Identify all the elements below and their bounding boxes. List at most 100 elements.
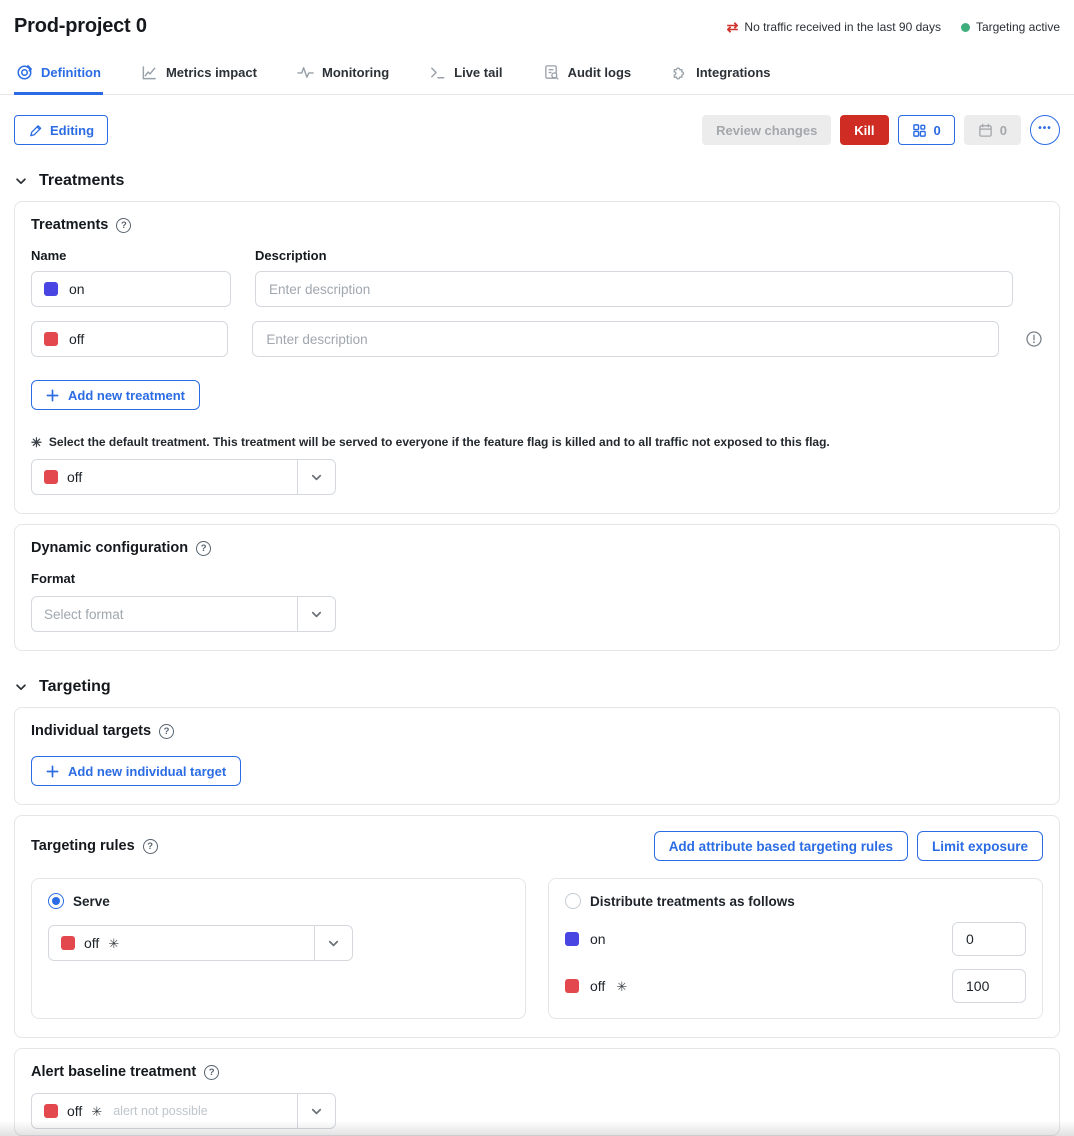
treatment-row: [31, 271, 1043, 307]
default-marker-icon: ✳: [31, 436, 42, 449]
tab-definition[interactable]: Definition: [14, 58, 103, 95]
serve-panels: Serve off ✳ Distribute tr: [31, 878, 1043, 1019]
grid-icon: [912, 123, 927, 138]
treatment-color-swatch: [44, 282, 58, 296]
tab-audit-logs[interactable]: Audit logs: [541, 58, 634, 95]
tab-monitoring[interactable]: Monitoring: [295, 58, 391, 95]
default-marker-icon: ✳: [616, 980, 627, 993]
treatment-name-input[interactable]: [69, 331, 215, 347]
treatment-color-swatch: [565, 979, 579, 993]
add-new-individual-target-button[interactable]: Add new individual target: [31, 756, 241, 786]
limit-exposure-button[interactable]: Limit exposure: [917, 831, 1043, 861]
treatment-description-input[interactable]: [252, 321, 999, 357]
treatment-color-swatch: [44, 1104, 58, 1118]
plus-icon: [46, 389, 59, 402]
targeting-status-text: Targeting active: [976, 20, 1060, 34]
more-options-button[interactable]: •••: [1030, 115, 1060, 145]
tab-label: Integrations: [696, 65, 770, 80]
tab-label: Live tail: [454, 65, 502, 80]
help-icon[interactable]: ?: [159, 724, 174, 739]
targeting-status: Targeting active: [961, 20, 1060, 34]
kill-button[interactable]: Kill: [840, 115, 888, 145]
chevron-down-icon: [14, 680, 28, 694]
add-attribute-rules-button[interactable]: Add attribute based targeting rules: [654, 831, 908, 861]
format-select[interactable]: Select format: [31, 596, 336, 632]
help-glyph: ?: [121, 220, 127, 231]
section-title: Targeting: [39, 678, 111, 696]
chevron-down-icon: [309, 607, 324, 622]
tab-integrations[interactable]: Integrations: [669, 58, 772, 95]
dynamic-configuration-card: Dynamic configuration ? Format Select fo…: [14, 524, 1060, 651]
line-chart-icon: [141, 64, 158, 81]
distribute-percentage-input[interactable]: [952, 969, 1026, 1003]
distribute-radio-row[interactable]: Distribute treatments as follows: [565, 893, 1026, 909]
scheduled-changes-button[interactable]: 0: [964, 115, 1021, 145]
tab-label: Metrics impact: [166, 65, 257, 80]
chevron-down-icon: [14, 174, 28, 188]
default-treatment-note: ✳ Select the default treatment. This tre…: [31, 435, 1043, 449]
help-glyph: ?: [164, 726, 170, 737]
puzzle-icon: [671, 64, 688, 81]
select-chevron-zone: [314, 926, 352, 960]
select-chevron-zone: [297, 1094, 335, 1128]
distribute-treatment-name: on: [590, 931, 606, 947]
alert-baseline-hint: alert not possible: [113, 1104, 288, 1118]
default-note-text: Select the default treatment. This treat…: [49, 435, 830, 449]
help-icon[interactable]: ?: [204, 1065, 219, 1080]
card-title-text: Individual targets: [31, 723, 151, 739]
tab-bar: Definition Metrics impact Monitoring Liv…: [0, 58, 1074, 95]
add-new-treatment-button[interactable]: Add new treatment: [31, 380, 200, 410]
select-chevron-zone: [297, 460, 335, 494]
card-title-text: Alert baseline treatment: [31, 1064, 196, 1080]
individual-targets-title: Individual targets ?: [31, 723, 1043, 739]
treatment-description-input[interactable]: [255, 271, 1013, 307]
treatments-section-header[interactable]: Treatments: [14, 172, 1060, 190]
help-glyph: ?: [209, 1067, 215, 1078]
top-bar: Prod-project 0 ⇄ No traffic received in …: [0, 0, 1074, 38]
card-title-text: Treatments: [31, 217, 108, 233]
help-glyph: ?: [201, 543, 207, 554]
tab-label: Audit logs: [568, 65, 632, 80]
pencil-icon: [28, 123, 43, 138]
audit-logs-icon: [543, 64, 560, 81]
distribute-panel: Distribute treatments as follows on off: [548, 878, 1043, 1019]
feature-flag-definition-page: Prod-project 0 ⇄ No traffic received in …: [0, 0, 1074, 1136]
dynamic-configuration-title: Dynamic configuration ?: [31, 540, 1043, 556]
traffic-status-text: No traffic received in the last 90 days: [744, 20, 941, 34]
default-treatment-select[interactable]: off: [31, 459, 336, 495]
help-icon[interactable]: ?: [143, 839, 158, 854]
action-toolbar: Editing Review changes Kill 0 0 •••: [0, 115, 1074, 145]
treatment-name-field[interactable]: [31, 321, 228, 357]
treatment-name-field[interactable]: [31, 271, 231, 307]
card-title-text: Targeting rules: [31, 838, 135, 854]
distribute-radio[interactable]: [565, 893, 581, 909]
help-icon[interactable]: ?: [116, 218, 131, 233]
serve-treatment-select[interactable]: off ✳: [48, 925, 353, 961]
chevron-down-icon: [309, 470, 324, 485]
serve-radio-row[interactable]: Serve: [48, 893, 509, 909]
treatment-color-swatch: [44, 470, 58, 484]
help-icon[interactable]: ?: [196, 541, 211, 556]
targeting-rules-card: Targeting rules ? Add attribute based ta…: [14, 815, 1060, 1038]
terminal-icon: [429, 64, 446, 81]
chevron-down-icon: [309, 1104, 324, 1119]
serve-panel: Serve off ✳: [31, 878, 526, 1019]
review-changes-button[interactable]: Review changes: [702, 115, 831, 145]
editing-button[interactable]: Editing: [14, 115, 108, 145]
green-dot-icon: [961, 23, 970, 32]
treatment-name-input[interactable]: [69, 281, 218, 297]
page-title: Prod-project 0: [14, 15, 147, 38]
tab-live-tail[interactable]: Live tail: [427, 58, 504, 95]
section-title: Treatments: [39, 172, 124, 190]
serve-radio[interactable]: [48, 893, 64, 909]
distribute-percentage-input[interactable]: [952, 922, 1026, 956]
targeting-section-header[interactable]: Targeting: [14, 678, 1060, 696]
treatment-color-swatch: [44, 332, 58, 346]
tab-label: Monitoring: [322, 65, 389, 80]
traffic-arrows-icon: ⇄: [727, 20, 739, 34]
scheduled-changes-count: 0: [1000, 123, 1007, 138]
alert-baseline-select[interactable]: off ✳ alert not possible: [31, 1093, 336, 1129]
pending-changes-button[interactable]: 0: [898, 115, 955, 145]
individual-targets-card: Individual targets ? Add new individual …: [14, 707, 1060, 805]
tab-metrics-impact[interactable]: Metrics impact: [139, 58, 259, 95]
